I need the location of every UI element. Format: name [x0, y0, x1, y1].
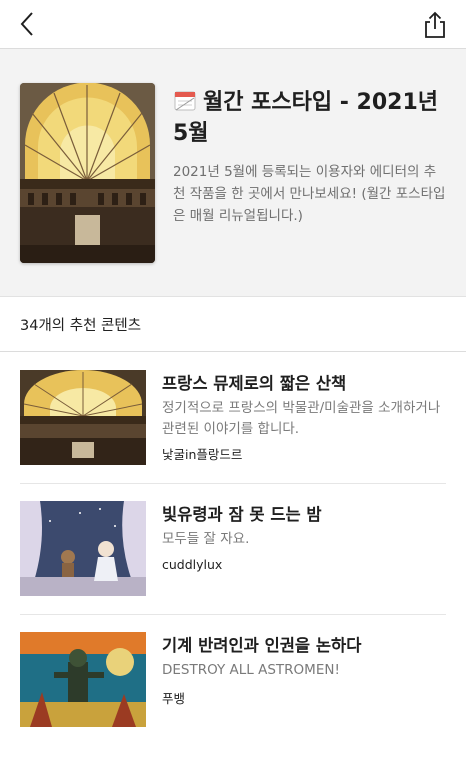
chevron-left-icon[interactable] — [14, 10, 42, 38]
item-author[interactable]: 푸뱅 — [162, 688, 185, 707]
item-thumbnail — [20, 632, 146, 727]
content-count: 34개의 추천 콘텐츠 — [20, 318, 142, 334]
item-thumbnail — [20, 370, 146, 465]
item-subtitle: 모두들 잘 자요. — [162, 531, 250, 547]
item-title[interactable]: 프랑스 뮤제로의 짧은 산책 — [162, 370, 346, 394]
collection-header: 월간 포스타입 - 2021년 5월 2021년 5월에 등록되는 이용자와 에… — [0, 49, 466, 297]
divider — [20, 483, 446, 484]
calendar-icon — [173, 88, 197, 112]
item-thumbnail — [20, 501, 146, 596]
collection-title-text: 월간 포스타입 - 2021년 5월 — [173, 90, 439, 146]
share-icon[interactable] — [420, 10, 450, 40]
collection-description: 2021년 5월에 등록되는 이용자와 에디터의 추천 작품을 한 곳에서 만나… — [173, 164, 446, 224]
divider — [0, 351, 466, 352]
item-title[interactable]: 기계 반려인과 인권을 논하다 — [162, 632, 361, 656]
collection-cover-image — [20, 83, 155, 263]
divider — [20, 614, 446, 615]
item-author[interactable]: 낯굴in플랑드르 — [162, 444, 242, 463]
list-item[interactable]: 기계 반려인과 인권을 논하다 DESTROY ALL ASTROMEN! 푸뱅 — [20, 632, 446, 764]
item-title[interactable]: 빛유령과 잠 못 드는 밤 — [162, 501, 322, 525]
item-subtitle: DESTROY ALL ASTROMEN! — [162, 662, 340, 678]
top-bar — [0, 0, 466, 49]
item-author[interactable]: cuddlylux — [162, 557, 222, 572]
item-subtitle: 정기적으로 프랑스의 박물관/미술관을 소개하거나 관련된 이야기를 합니다. — [162, 400, 441, 437]
collection-title: 월간 포스타입 - 2021년 5월 — [173, 87, 451, 149]
